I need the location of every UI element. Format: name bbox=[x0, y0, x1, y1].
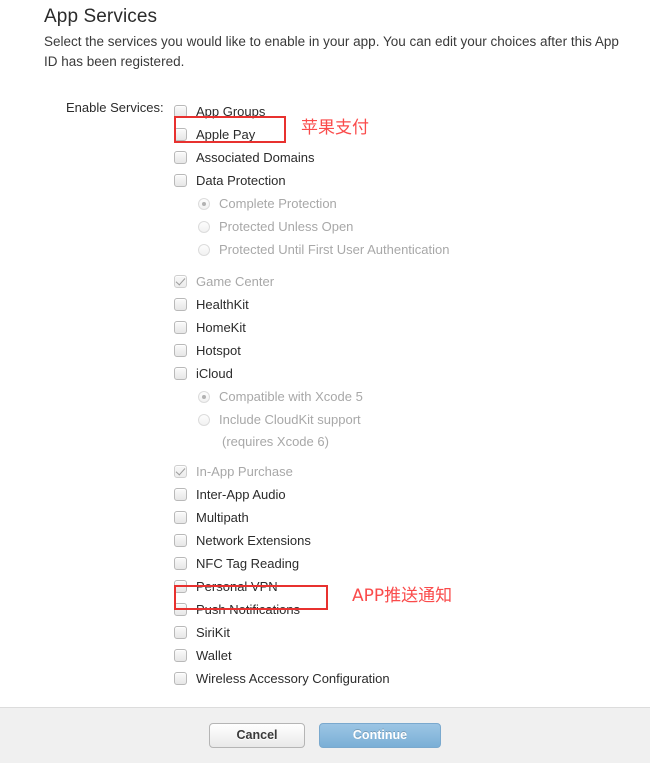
checkbox-icon[interactable] bbox=[174, 321, 187, 334]
service-label: (requires Xcode 6) bbox=[222, 433, 329, 449]
radio-icon bbox=[198, 390, 210, 403]
service-row[interactable]: HealthKit bbox=[174, 293, 650, 316]
service-label: Associated Domains bbox=[196, 150, 315, 165]
service-label: Wireless Accessory Configuration bbox=[196, 671, 390, 686]
service-row[interactable]: Protected Unless Open bbox=[174, 215, 650, 238]
radio-icon bbox=[198, 243, 210, 256]
checkbox-icon bbox=[174, 465, 187, 478]
service-label: Compatible with Xcode 5 bbox=[219, 389, 363, 404]
service-row[interactable]: Game Center bbox=[174, 270, 650, 293]
service-label: SiriKit bbox=[196, 625, 230, 640]
service-label: Complete Protection bbox=[219, 196, 337, 211]
checkbox-icon[interactable] bbox=[174, 174, 187, 187]
checkbox-icon[interactable] bbox=[174, 626, 187, 639]
checkbox-icon[interactable] bbox=[174, 603, 187, 616]
checkbox-icon[interactable] bbox=[174, 344, 187, 357]
checkbox-icon[interactable] bbox=[174, 488, 187, 501]
continue-button[interactable]: Continue bbox=[319, 723, 441, 748]
checkbox-icon[interactable] bbox=[174, 534, 187, 547]
service-row[interactable]: iCloud bbox=[174, 362, 650, 385]
service-row[interactable]: Wireless Accessory Configuration bbox=[174, 667, 650, 690]
service-row[interactable]: Include CloudKit support bbox=[174, 408, 650, 431]
service-label: Push Notifications bbox=[196, 602, 301, 617]
footer-bar: Cancel Continue bbox=[0, 707, 650, 763]
service-row: (requires Xcode 6) bbox=[174, 431, 650, 451]
service-row[interactable]: Apple Pay bbox=[174, 123, 650, 146]
service-row[interactable]: App Groups bbox=[174, 100, 650, 123]
service-row[interactable]: In-App Purchase bbox=[174, 460, 650, 483]
service-label: Multipath bbox=[196, 510, 249, 525]
service-label: In-App Purchase bbox=[196, 464, 293, 479]
service-row[interactable]: Multipath bbox=[174, 506, 650, 529]
checkbox-icon[interactable] bbox=[174, 298, 187, 311]
service-label: Data Protection bbox=[196, 173, 286, 188]
checkbox-icon[interactable] bbox=[174, 557, 187, 570]
service-label: Hotspot bbox=[196, 343, 241, 358]
checkbox-icon[interactable] bbox=[174, 367, 187, 380]
service-label: Inter-App Audio bbox=[196, 487, 286, 502]
service-row[interactable]: Complete Protection bbox=[174, 192, 650, 215]
page-title: App Services bbox=[44, 6, 158, 27]
checkbox-icon[interactable] bbox=[174, 580, 187, 593]
service-row[interactable]: Hotspot bbox=[174, 339, 650, 362]
service-label: Include CloudKit support bbox=[219, 412, 361, 427]
service-label: NFC Tag Reading bbox=[196, 556, 300, 571]
service-label: App Groups bbox=[196, 104, 266, 119]
service-label: HealthKit bbox=[196, 297, 249, 312]
service-row[interactable]: HomeKit bbox=[174, 316, 650, 339]
services-list: App Groups Apple Pay Associated Domains Dat… bbox=[0, 100, 650, 690]
service-row[interactable]: Inter-App Audio bbox=[174, 483, 650, 506]
checkbox-icon bbox=[174, 275, 187, 288]
annotation-text-apple-pay: 苹果支付 bbox=[301, 118, 369, 138]
service-label: Wallet bbox=[196, 648, 232, 663]
service-label: Network Extensions bbox=[196, 533, 311, 548]
service-row[interactable]: SiriKit bbox=[174, 621, 650, 644]
service-label: HomeKit bbox=[196, 320, 246, 335]
checkbox-icon[interactable] bbox=[174, 105, 187, 118]
service-label: Protected Until First User Authenticatio… bbox=[219, 242, 450, 257]
service-row[interactable]: Compatible with Xcode 5 bbox=[174, 385, 650, 408]
service-row[interactable]: NFC Tag Reading bbox=[174, 552, 650, 575]
radio-icon bbox=[198, 220, 210, 233]
service-row[interactable]: Associated Domains bbox=[174, 146, 650, 169]
cancel-button[interactable]: Cancel bbox=[209, 723, 305, 748]
service-label: Personal VPN bbox=[196, 579, 278, 594]
service-label: Protected Unless Open bbox=[219, 219, 354, 234]
checkbox-icon[interactable] bbox=[174, 511, 187, 524]
service-label: Game Center bbox=[196, 274, 275, 289]
checkbox-icon[interactable] bbox=[174, 672, 187, 685]
service-row[interactable]: Network Extensions bbox=[174, 529, 650, 552]
service-row[interactable]: Data Protection bbox=[174, 169, 650, 192]
service-row[interactable]: Protected Until First User Authenticatio… bbox=[174, 238, 650, 261]
radio-icon bbox=[198, 197, 210, 210]
annotation-text-push-notifications: APP推送通知 bbox=[352, 586, 453, 606]
page-subtitle: Select the services you would like to en… bbox=[44, 34, 619, 69]
enable-services-form: Enable Services: App Groups Apple Pay Asso… bbox=[0, 100, 650, 690]
service-row[interactable]: Wallet bbox=[174, 644, 650, 667]
page-header: App Services Select the services you wou… bbox=[0, 0, 650, 72]
service-label: iCloud bbox=[196, 366, 233, 381]
radio-icon bbox=[198, 413, 210, 426]
checkbox-icon[interactable] bbox=[174, 128, 187, 141]
checkbox-icon[interactable] bbox=[174, 649, 187, 662]
service-label: Apple Pay bbox=[196, 127, 256, 142]
checkbox-icon[interactable] bbox=[174, 151, 187, 164]
